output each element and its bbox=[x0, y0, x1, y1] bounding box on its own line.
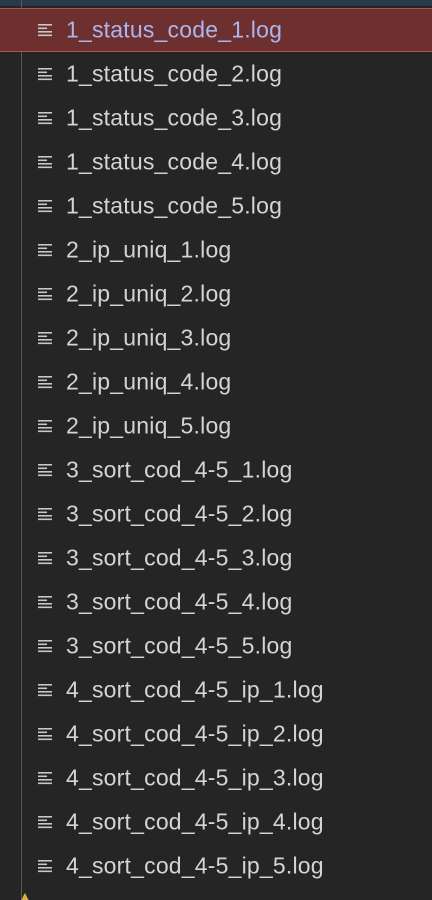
file-name: 3_sort_cod_4-5_5.log bbox=[66, 632, 293, 659]
file-lines-icon bbox=[37, 154, 53, 170]
file-lines-icon bbox=[37, 66, 53, 82]
file-name: 1_status_code_1.log bbox=[66, 16, 283, 43]
file-name: 2_ip_uniq_5.log bbox=[66, 412, 232, 439]
file-name: 2_ip_uniq_3.log bbox=[66, 324, 232, 351]
file-name: 2_ip_uniq_1.log bbox=[66, 236, 232, 263]
file-lines-icon bbox=[37, 726, 53, 742]
file-name: 1_status_code_2.log bbox=[66, 60, 283, 87]
file-item[interactable]: 4_sort_cod_4-5_ip_1.log bbox=[0, 668, 432, 712]
header-divider bbox=[0, 0, 432, 6]
file-lines-icon bbox=[37, 638, 53, 654]
file-lines-icon bbox=[37, 198, 53, 214]
file-name: 3_sort_cod_4-5_1.log bbox=[66, 456, 293, 483]
file-item[interactable]: 2_ip_uniq_2.log bbox=[0, 272, 432, 316]
file-lines-icon bbox=[37, 594, 53, 610]
file-explorer: 1_status_code_1.log 1_status_code_2.log 1_… bbox=[0, 0, 432, 900]
file-name: 2_ip_uniq_2.log bbox=[66, 280, 232, 307]
file-lines-icon bbox=[37, 330, 53, 346]
file-lines-icon bbox=[37, 22, 53, 38]
file-item[interactable]: 3_sort_cod_4-5_1.log bbox=[0, 448, 432, 492]
file-lines-icon bbox=[37, 242, 53, 258]
file-item[interactable]: 2_ip_uniq_1.log bbox=[0, 228, 432, 272]
file-name: 1_status_code_3.log bbox=[66, 104, 283, 131]
file-name: 2_ip_uniq_4.log bbox=[66, 368, 232, 395]
file-lines-icon bbox=[37, 682, 53, 698]
file-name: 3_sort_cod_4-5_4.log bbox=[66, 588, 293, 615]
file-item[interactable]: 4_sort_cod_4-5_ip_5.log bbox=[0, 844, 432, 888]
file-lines-icon bbox=[37, 110, 53, 126]
file-lines-icon bbox=[37, 858, 53, 874]
warning-icon: ▲ bbox=[18, 888, 32, 900]
file-name: 4_sort_cod_4-5_ip_5.log bbox=[66, 852, 324, 879]
file-lines-icon bbox=[37, 374, 53, 390]
file-item[interactable]: 3_sort_cod_4-5_3.log bbox=[0, 536, 432, 580]
file-name: 1_status_code_5.log bbox=[66, 192, 283, 219]
file-item[interactable]: 1_status_code_1.log bbox=[0, 8, 432, 52]
file-item[interactable]: 4_sort_cod_4-5_ip_4.log bbox=[0, 800, 432, 844]
file-item[interactable]: 1_status_code_4.log bbox=[0, 140, 432, 184]
file-lines-icon bbox=[37, 814, 53, 830]
file-item[interactable]: 2_ip_uniq_3.log bbox=[0, 316, 432, 360]
file-lines-icon bbox=[37, 550, 53, 566]
file-item[interactable]: 1_status_code_3.log bbox=[0, 96, 432, 140]
file-item[interactable]: 3_sort_cod_4-5_5.log bbox=[0, 624, 432, 668]
file-lines-icon bbox=[37, 770, 53, 786]
file-item[interactable]: 2_ip_uniq_5.log bbox=[0, 404, 432, 448]
file-list: 1_status_code_1.log 1_status_code_2.log 1_… bbox=[0, 8, 432, 888]
file-name: 4_sort_cod_4-5_ip_1.log bbox=[66, 676, 324, 703]
file-name: 1_status_code_4.log bbox=[66, 148, 283, 175]
file-name: 4_sort_cod_4-5_ip_2.log bbox=[66, 720, 324, 747]
file-item[interactable]: 3_sort_cod_4-5_4.log bbox=[0, 580, 432, 624]
file-item[interactable]: 1_status_code_2.log bbox=[0, 52, 432, 96]
file-name: 3_sort_cod_4-5_2.log bbox=[66, 500, 293, 527]
file-lines-icon bbox=[37, 506, 53, 522]
file-lines-icon bbox=[37, 418, 53, 434]
file-item[interactable]: 2_ip_uniq_4.log bbox=[0, 360, 432, 404]
file-name: 4_sort_cod_4-5_ip_4.log bbox=[66, 808, 324, 835]
file-item[interactable]: 1_status_code_5.log bbox=[0, 184, 432, 228]
file-lines-icon bbox=[37, 462, 53, 478]
file-item[interactable]: 4_sort_cod_4-5_ip_3.log bbox=[0, 756, 432, 800]
file-item[interactable]: 4_sort_cod_4-5_ip_2.log bbox=[0, 712, 432, 756]
file-name: 4_sort_cod_4-5_ip_3.log bbox=[66, 764, 324, 791]
file-lines-icon bbox=[37, 286, 53, 302]
file-name: 3_sort_cod_4-5_3.log bbox=[66, 544, 293, 571]
file-item[interactable]: 3_sort_cod_4-5_2.log bbox=[0, 492, 432, 536]
